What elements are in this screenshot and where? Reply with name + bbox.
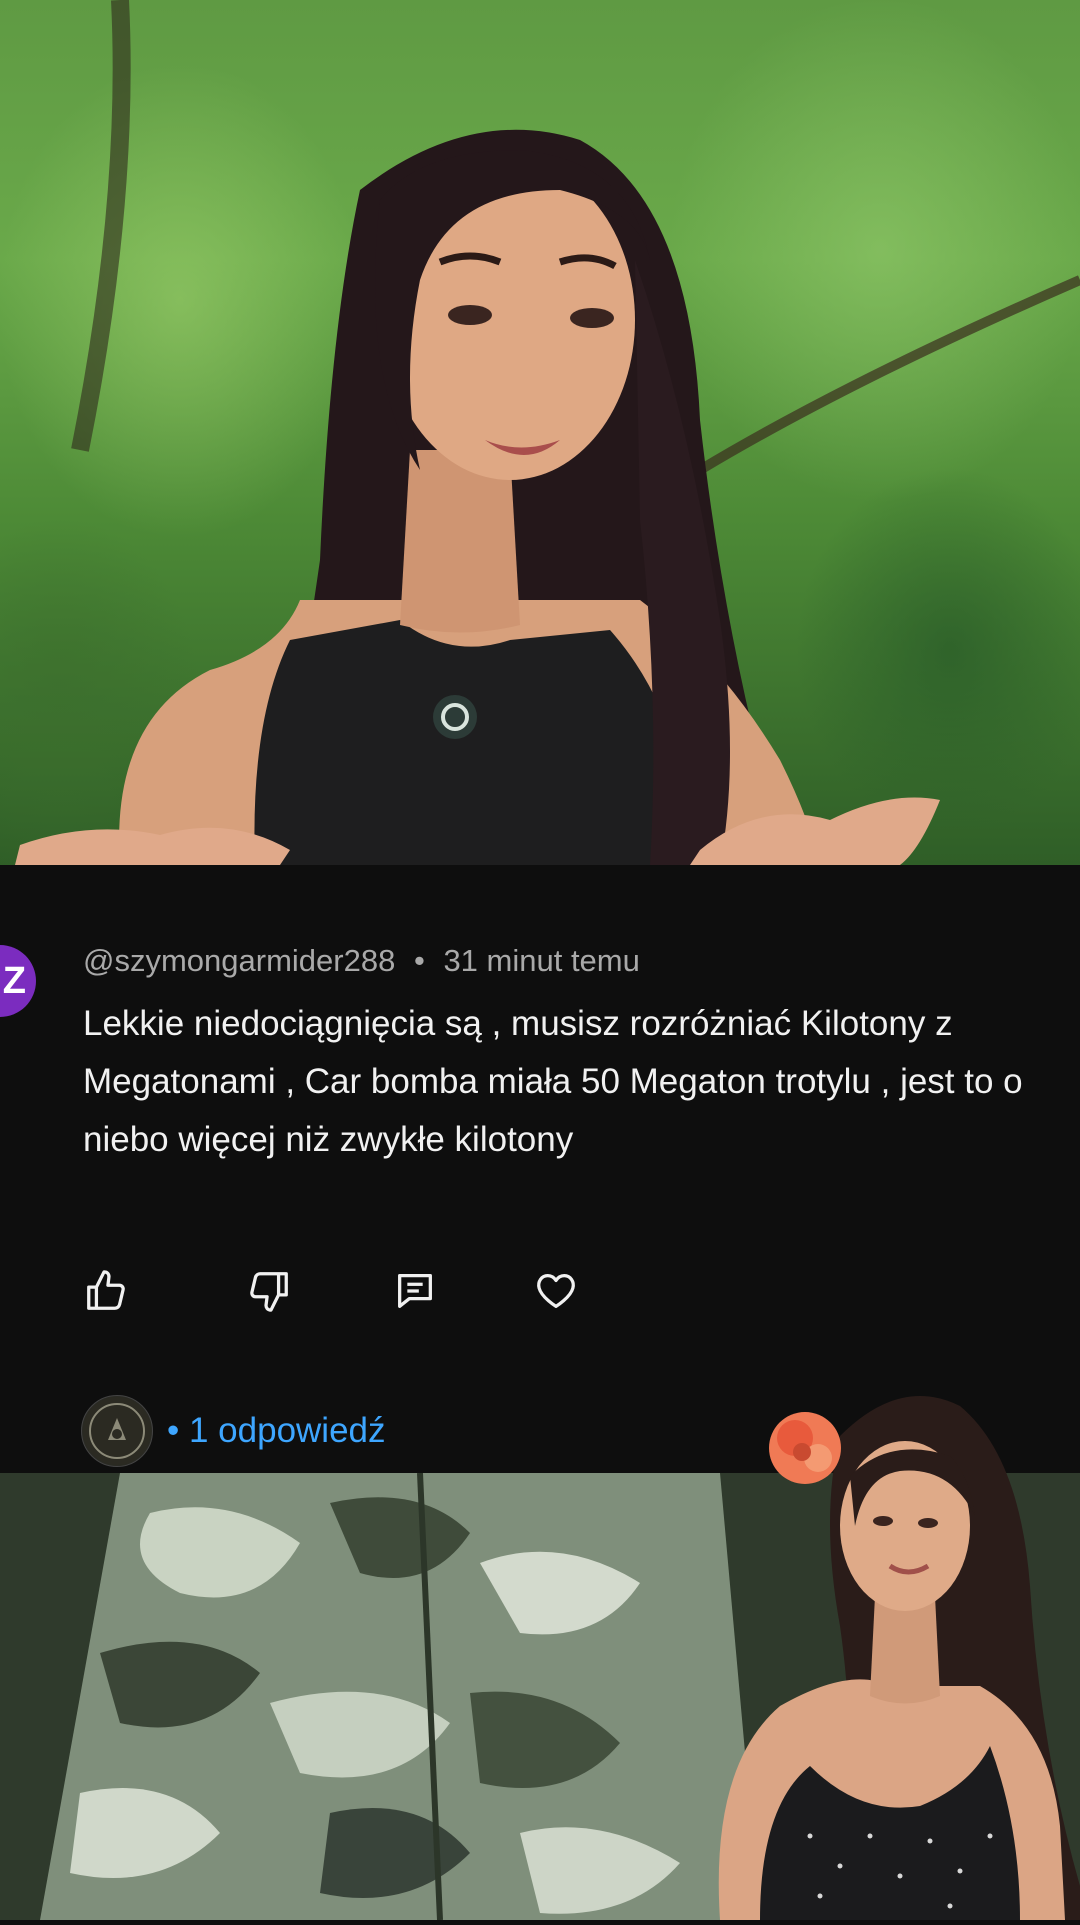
background-video-top — [0, 0, 1080, 865]
creator-overlay-photo — [690, 1366, 1080, 1920]
comment-username[interactable]: @szymongarmider288 — [83, 943, 395, 978]
comment-timestamp: 31 minut temu — [443, 943, 640, 978]
like-button[interactable] — [83, 1268, 129, 1314]
creator-figure — [718, 1396, 1080, 1920]
commenter-avatar[interactable]: Z — [0, 945, 36, 1017]
replies-count[interactable]: • 1 odpowiedź — [167, 1411, 386, 1451]
avatar-letter: Z — [2, 959, 26, 1002]
comment-icon — [398, 1274, 432, 1308]
comment-body: Lekkie niedociągnięcia są , musisz rozró… — [83, 1004, 1023, 1159]
miliholicy-logo — [83, 1397, 151, 1465]
view-replies[interactable]: • 1 odpowiedź — [81, 1395, 386, 1467]
reply-button[interactable] — [392, 1268, 438, 1314]
dislike-button[interactable] — [246, 1268, 292, 1314]
comment-meta: @szymongarmider288 • 31 minut temu — [83, 943, 640, 979]
reply-avatar — [81, 1395, 153, 1467]
meta-separator: • — [413, 943, 425, 978]
heart-icon — [537, 1274, 575, 1308]
thumbs-down-icon — [250, 1272, 288, 1312]
speaker-video-frame — [15, 0, 1080, 865]
thumbs-up-icon — [87, 1270, 125, 1310]
heart-button[interactable] — [533, 1268, 579, 1314]
